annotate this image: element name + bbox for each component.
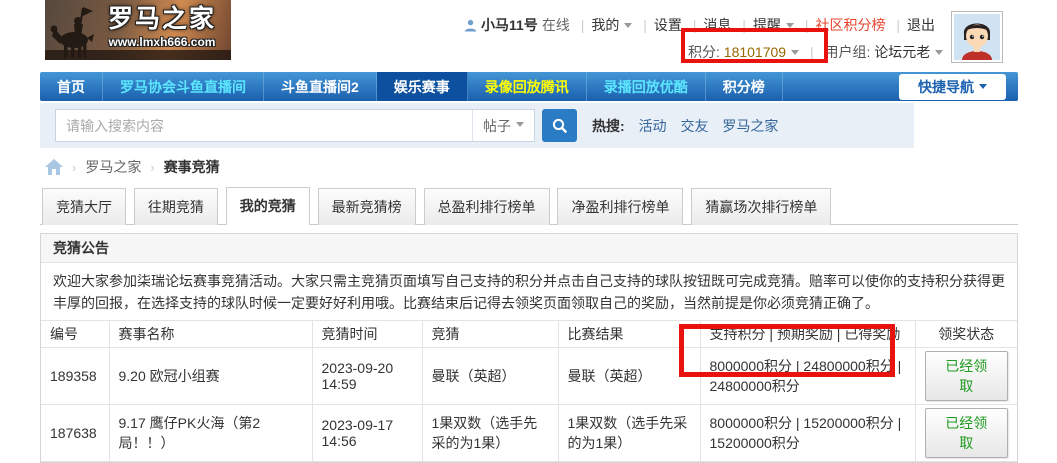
hot-search-label: 热搜: (592, 117, 625, 134)
chevron-down-icon (516, 122, 524, 127)
tab-win-count-rank[interactable]: 猜赢场次排行榜单 (691, 188, 832, 225)
announcement-title: 竞猜公告 (41, 234, 1017, 263)
cell-id: 189358 (41, 347, 110, 405)
nav-item-replay-youku[interactable]: 录播回放优酷 (587, 72, 706, 101)
search-type-select[interactable]: 帖子 (472, 110, 534, 141)
tab-bet-hall[interactable]: 竞猜大厅 (42, 188, 126, 225)
credit-value[interactable]: 18101709 (724, 44, 786, 60)
logout-link[interactable]: 退出 (907, 17, 935, 33)
col-id: 编号 (41, 320, 110, 348)
search-box: 帖子 (55, 109, 535, 142)
usergroup-value[interactable]: 论坛元老 (874, 44, 930, 60)
breadcrumb-forum-link[interactable]: 罗马之家 (85, 157, 141, 177)
nav-item-home[interactable]: 首页 (40, 72, 103, 101)
nav-item-entertainment-events[interactable]: 娱乐赛事 (376, 72, 468, 101)
quick-nav-button[interactable]: 快捷导航 (899, 73, 1006, 100)
breadcrumb: › 罗马之家 › 赛事竞猜 (45, 157, 220, 177)
cell-result: 1果双数（选手先采的为1果） (557, 404, 701, 462)
search-button[interactable] (542, 109, 577, 142)
user-credit-bar: 积分: 18101709 | 用户组: 论坛元老 (688, 42, 944, 62)
logo-subtitle: www.lmxh666.com (108, 35, 216, 49)
chevron-down-icon (935, 49, 944, 55)
horse-rider-icon (50, 7, 94, 58)
credit-label: 积分: (688, 44, 720, 60)
hot-link-lmzj[interactable]: 罗马之家 (722, 118, 778, 134)
logo-title: 罗马之家 (107, 5, 216, 33)
tab-latest-bet-rank[interactable]: 最新竞猜榜 (317, 188, 416, 225)
cell-id: 187638 (41, 404, 110, 462)
cell-time: 2023-09-17 14:56 (311, 404, 423, 462)
table-header-row: 编号 赛事名称 竞猜时间 竞猜 比赛结果 支持积分 | 预期奖励 | 已得奖励 … (41, 320, 1017, 348)
col-bet-time: 竞猜时间 (311, 320, 423, 348)
avatar-image (954, 14, 1000, 60)
search-icon (552, 118, 567, 133)
tab-total-profit-rank[interactable]: 总盈利排行榜单 (423, 188, 550, 225)
col-points-rewards: 支持积分 | 预期奖励 | 已得奖励 (699, 320, 916, 348)
my-bets-table: 编号 赛事名称 竞猜时间 竞猜 比赛结果 支持积分 | 预期奖励 | 已得奖励 … (41, 320, 1017, 462)
breadcrumb-current: 赛事竞猜 (163, 159, 220, 175)
cell-time: 2023-09-20 14:59 (311, 347, 423, 405)
settings-link[interactable]: 设置 (654, 17, 682, 33)
nav-item-points-rank[interactable]: 积分榜 (706, 72, 783, 101)
nav-item-douyu-live-2[interactable]: 斗鱼直播间2 (264, 72, 377, 101)
hot-link-activity[interactable]: 活动 (639, 118, 667, 134)
tab-past-bets[interactable]: 往期竞猜 (133, 188, 218, 225)
bet-tabs: 竞猜大厅 往期竞猜 我的竞猜 最新竞猜榜 总盈利排行榜单 净盈利排行榜单 猜赢场… (40, 187, 1018, 225)
my-menu[interactable]: 我的 (591, 17, 619, 33)
user-toolbar: 小马11号 在线 | 我的 | 设置 | 消息 | 提醒 | 社区积分榜 | 退出 (464, 15, 935, 35)
messages-link[interactable]: 消息 (703, 17, 731, 33)
col-event-name: 赛事名称 (108, 320, 313, 348)
announcement-body: 欢迎大家参加柒瑞论坛赛事竞猜活动。大家只需主竞猜页面填写自己支持的积分并点击自己… (53, 273, 1005, 311)
site-logo[interactable]: 罗马之家 www.lmxh666.com (45, 0, 231, 60)
cell-points: 8000000积分 | 15200000积分 | 15200000积分 (699, 404, 916, 462)
avatar[interactable] (951, 11, 1003, 63)
community-rank-link[interactable]: 社区积分榜 (815, 17, 885, 33)
hot-search: 热搜: 活动 交友 罗马之家 (592, 116, 778, 136)
cell-result: 曼联（英超） (557, 347, 701, 405)
cell-points: 8000000积分 | 24800000积分 | 24800000积分 (699, 347, 916, 405)
chevron-down-icon (785, 22, 794, 28)
cell-event: 9.20 欧冠小组赛 (108, 347, 313, 405)
col-claim-status: 领奖状态 (914, 320, 1017, 348)
chevron-down-icon (979, 84, 987, 90)
hot-link-friends[interactable]: 交友 (680, 118, 708, 134)
tab-my-bets[interactable]: 我的竞猜 (225, 187, 310, 225)
usergroup-label: 用户组: (824, 44, 871, 60)
cell-guess: 1果双数（选手先采的为1果） (421, 404, 559, 462)
table-row: 189358 9.20 欧冠小组赛 2023-09-20 14:59 曼联（英超… (41, 347, 1017, 405)
bet-panel: 竞猜公告 欢迎大家参加柒瑞论坛赛事竞猜活动。大家只需主竞猜页面填写自己支持的积分… (40, 233, 1018, 463)
cell-event: 9.17 鹰仔PK火海（第2局！！） (108, 404, 313, 462)
table-row: 187638 9.17 鹰仔PK火海（第2局！！） 2023-09-17 14:… (41, 404, 1017, 462)
search-input[interactable] (56, 110, 472, 141)
claimed-button[interactable]: 已经领取 (924, 351, 1008, 401)
tab-net-profit-rank[interactable]: 净盈利排行榜单 (557, 188, 684, 225)
search-section: 帖子 热搜: 活动 交友 罗马之家 (40, 103, 914, 148)
col-guess: 竞猜 (421, 320, 559, 348)
reminders-menu[interactable]: 提醒 (753, 17, 781, 33)
home-icon[interactable] (45, 159, 63, 175)
chevron-down-icon (624, 22, 633, 28)
online-status: 在线 (541, 17, 570, 33)
claimed-button[interactable]: 已经领取 (924, 408, 1008, 458)
main-nav: 首页 罗马协会斗鱼直播间 斗鱼直播间2 娱乐赛事 录像回放腾讯 录播回放优酷 积… (40, 72, 1018, 101)
chevron-down-icon (791, 49, 800, 55)
nav-item-replay-tencent[interactable]: 录像回放腾讯 (468, 72, 587, 101)
person-icon (464, 19, 477, 32)
col-match-result: 比赛结果 (557, 320, 701, 348)
nav-item-douyu-live[interactable]: 罗马协会斗鱼直播间 (103, 72, 264, 101)
cell-guess: 曼联（英超） (421, 347, 559, 405)
username-link[interactable]: 小马11号 (481, 17, 538, 33)
